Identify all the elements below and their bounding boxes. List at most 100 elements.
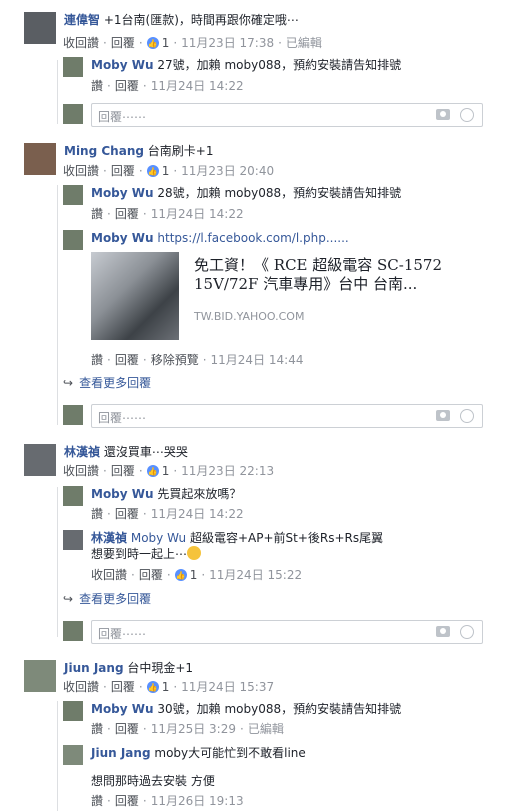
view-more-replies[interactable]: ↪ 查看更多回覆 — [63, 590, 151, 607]
comment-author[interactable]: Ming Chang — [64, 144, 144, 158]
camera-icon[interactable] — [436, 626, 450, 637]
like-icon[interactable] — [146, 464, 159, 480]
avatar[interactable] — [63, 745, 83, 765]
avatar[interactable] — [24, 143, 56, 175]
reply-input[interactable]: 回覆⋯⋯ — [91, 103, 483, 127]
reply-link[interactable]: 回覆 — [111, 164, 135, 178]
reply-author[interactable]: 林漢禎 — [91, 531, 127, 545]
reply-placeholder: 回覆⋯⋯ — [98, 627, 147, 641]
reply: Moby Wu https://l.facebook.com/l.php....… — [63, 230, 349, 250]
reply: Moby Wu 30號，加賴 moby088，預約安裝請告知排號 — [63, 701, 401, 721]
avatar[interactable] — [24, 660, 56, 692]
reply-author[interactable]: Jiun Jang — [91, 746, 151, 760]
remove-preview-link[interactable]: 移除預覽 — [151, 353, 199, 367]
preview-title[interactable]: 免工資！《 RCE 超級電容 SC-1572 15V/72F 汽車專用》台中 台… — [194, 256, 464, 294]
like-count[interactable]: 1 — [162, 164, 170, 178]
avatar[interactable] — [24, 12, 56, 44]
avatar[interactable] — [24, 444, 56, 476]
timestamp[interactable]: 11月24日 15:22 — [209, 568, 302, 582]
reply-input[interactable]: 回覆⋯⋯ — [91, 404, 483, 428]
timestamp[interactable]: 11月24日 14:22 — [151, 79, 244, 93]
comment-author[interactable]: 連偉智 — [64, 13, 100, 27]
unlike-link[interactable]: 收回讚 — [91, 568, 127, 582]
comment-author[interactable]: 林漢禎 — [64, 445, 100, 459]
reply-author[interactable]: Moby Wu — [91, 702, 154, 716]
comment-text: 還沒買車⋯哭哭 — [103, 445, 188, 459]
timestamp[interactable]: 11月26日 19:13 — [151, 794, 244, 808]
edited-label[interactable]: 已編輯 — [248, 722, 284, 736]
reply-link-url[interactable]: https://l.facebook.com/l.php...... — [157, 231, 348, 245]
view-more-label: 查看更多回覆 — [79, 376, 152, 390]
reply-author[interactable]: Moby Wu — [91, 487, 154, 501]
reply-text: 28號，加賴 moby088，預約安裝請告知排號 — [157, 186, 402, 200]
reply-input[interactable]: 回覆⋯⋯ — [91, 620, 483, 644]
comment-actions: 收回讚·回覆·1·11月23日 22:13 — [63, 463, 274, 480]
reply-link[interactable]: 回覆 — [115, 207, 139, 221]
reply-link[interactable]: 回覆 — [111, 36, 135, 50]
comment-author[interactable]: Jiun Jang — [64, 661, 124, 675]
like-link[interactable]: 讚 — [91, 794, 103, 808]
reply-link[interactable]: 回覆 — [111, 464, 135, 478]
like-link[interactable]: 讚 — [91, 507, 103, 521]
timestamp[interactable]: 11月25日 3:29 — [151, 722, 236, 736]
reply-link[interactable]: 回覆 — [115, 353, 139, 367]
reply-text-line2: 想要到時一起上⋯ — [91, 547, 188, 561]
reply-link[interactable]: 回覆 — [111, 680, 135, 694]
unlike-link[interactable]: 收回讚 — [63, 36, 99, 50]
like-count[interactable]: 1 — [190, 568, 198, 582]
like-count[interactable]: 1 — [162, 36, 170, 50]
view-more-replies[interactable]: ↪ 查看更多回覆 — [63, 374, 151, 391]
like-icon[interactable] — [146, 164, 159, 180]
like-link[interactable]: 讚 — [91, 79, 103, 93]
like-link[interactable]: 讚 — [91, 722, 103, 736]
reply-link[interactable]: 回覆 — [139, 568, 163, 582]
timestamp[interactable]: 11月23日 20:40 — [181, 164, 274, 178]
camera-icon[interactable] — [436, 109, 450, 120]
avatar — [63, 104, 83, 124]
like-count[interactable]: 1 — [162, 680, 170, 694]
reply-link[interactable]: 回覆 — [115, 794, 139, 808]
reply-actions: 讚 · 回覆 · 11月25日 3:29 · 已編輯 — [91, 722, 284, 736]
avatar[interactable] — [63, 57, 83, 77]
reply-actions: 讚 · 回覆 · 11月26日 19:13 — [91, 794, 244, 808]
preview-image[interactable] — [91, 252, 179, 340]
emoji-icon[interactable] — [460, 625, 474, 639]
edited-label[interactable]: 已編輯 — [286, 36, 322, 50]
like-link[interactable]: 讚 — [91, 353, 103, 367]
like-link[interactable]: 讚 — [91, 207, 103, 221]
timestamp[interactable]: 11月24日 14:22 — [151, 207, 244, 221]
avatar[interactable] — [63, 185, 83, 205]
like-count[interactable]: 1 — [162, 464, 170, 478]
avatar[interactable] — [63, 530, 83, 550]
emoji-icon[interactable] — [460, 108, 474, 122]
tagged-user[interactable]: Moby Wu — [131, 531, 186, 545]
like-icon[interactable] — [146, 680, 159, 696]
timestamp[interactable]: 11月24日 14:22 — [151, 507, 244, 521]
emoji-icon[interactable] — [460, 409, 474, 423]
reply: Moby Wu 27號，加賴 moby088，預約安裝請告知排號 — [63, 57, 401, 77]
avatar[interactable] — [63, 230, 83, 250]
like-icon[interactable] — [174, 568, 187, 584]
reply-link[interactable]: 回覆 — [115, 79, 139, 93]
surprised-emoji-icon — [187, 546, 202, 560]
timestamp[interactable]: 11月23日 17:38 — [181, 36, 274, 50]
timestamp[interactable]: 11月23日 22:13 — [181, 464, 274, 478]
thread-line — [57, 701, 58, 811]
reply-link[interactable]: 回覆 — [115, 722, 139, 736]
reply: Moby Wu 28號，加賴 moby088，預約安裝請告知排號 — [63, 185, 401, 205]
avatar[interactable] — [63, 701, 83, 721]
camera-icon[interactable] — [436, 410, 450, 421]
unlike-link[interactable]: 收回讚 — [63, 164, 99, 178]
unlike-link[interactable]: 收回讚 — [63, 680, 99, 694]
reply-author[interactable]: Moby Wu — [91, 58, 154, 72]
reply-author[interactable]: Moby Wu — [91, 231, 154, 245]
reply-link[interactable]: 回覆 — [115, 507, 139, 521]
reply: Moby Wu 先買起來放嗎？ — [63, 486, 241, 506]
like-icon[interactable] — [146, 36, 159, 52]
avatar[interactable] — [63, 486, 83, 506]
timestamp[interactable]: 11月24日 15:37 — [181, 680, 274, 694]
reply-author[interactable]: Moby Wu — [91, 186, 154, 200]
timestamp[interactable]: 11月24日 14:44 — [211, 353, 304, 367]
unlike-link[interactable]: 收回讚 — [63, 464, 99, 478]
link-preview[interactable]: 免工資！《 RCE 超級電容 SC-1572 15V/72F 汽車專用》台中 台… — [91, 252, 471, 342]
